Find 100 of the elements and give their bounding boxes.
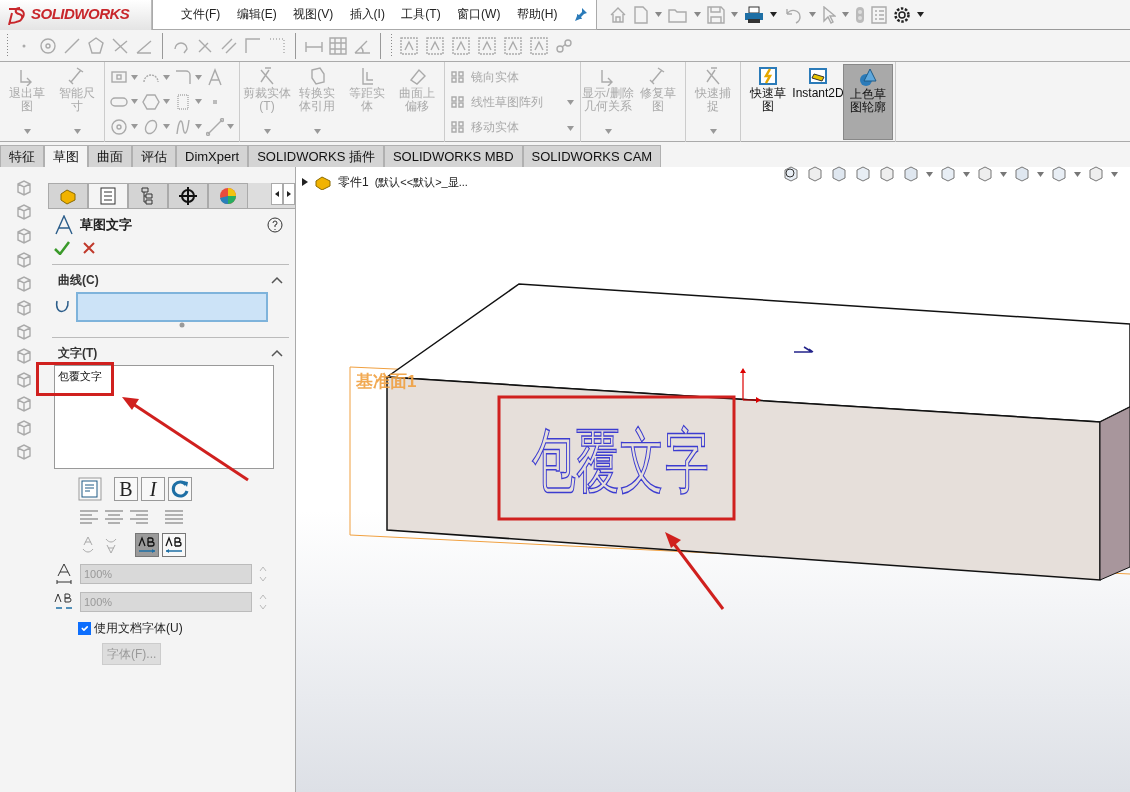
- menu-item[interactable]: 工具(T): [401, 5, 441, 23]
- command-tab[interactable]: 特征: [0, 145, 44, 167]
- polygon-icon[interactable]: [87, 36, 105, 55]
- ellipse-icon[interactable]: [142, 117, 160, 136]
- pin-icon[interactable]: [573, 7, 588, 21]
- spline-icon[interactable]: [174, 117, 192, 136]
- curve-selection-field[interactable]: [76, 292, 268, 322]
- text-icon[interactable]: [206, 68, 224, 87]
- menu-item[interactable]: 插入(I): [349, 5, 385, 23]
- scroll-right-icon[interactable]: [283, 183, 295, 205]
- spinner-icon[interactable]: [258, 564, 268, 584]
- command-button[interactable]: 上色草图轮廓: [843, 64, 893, 140]
- trim-icon[interactable]: [111, 36, 129, 55]
- spinner-icon[interactable]: [258, 592, 268, 612]
- menu-item[interactable]: 编辑(E): [236, 5, 277, 23]
- link-properties-icon[interactable]: [78, 477, 102, 501]
- command-tab[interactable]: 草图: [44, 145, 88, 167]
- crosshair-icon[interactable]: [178, 186, 198, 206]
- sketch-tool-icon: [808, 66, 828, 86]
- origin-axis-icon: [740, 368, 761, 403]
- color-ball-icon[interactable]: [218, 186, 238, 206]
- settings-icon[interactable]: [893, 5, 911, 24]
- parallel-line-icon[interactable]: [220, 36, 238, 55]
- triad-icon: [793, 346, 814, 353]
- section-title: 曲线(C): [58, 272, 99, 289]
- document-icon[interactable]: [633, 5, 649, 24]
- caret-icon[interactable]: [917, 12, 924, 17]
- scroll-left-icon[interactable]: [271, 183, 283, 205]
- command-tab[interactable]: SOLIDWORKS 插件: [248, 145, 384, 167]
- panel-title: 草图文字: [80, 216, 132, 235]
- sketch-tool-icon: [758, 66, 778, 86]
- sketch-tool-icon: [858, 67, 878, 87]
- tool-icon: [257, 66, 277, 86]
- width-icon: [54, 563, 74, 585]
- command-button[interactable]: Instant2D: [793, 64, 843, 140]
- align-right-icon[interactable]: [128, 507, 150, 527]
- menu-item[interactable]: 帮助(H): [516, 5, 558, 23]
- checkbox-label: 使用文档字体(U): [94, 620, 183, 637]
- command-tab[interactable]: 评估: [132, 145, 176, 167]
- command-tab[interactable]: DimXpert: [176, 145, 249, 167]
- configuration-label: (默认<<默认>_显...: [374, 174, 468, 190]
- link-icon[interactable]: [555, 36, 573, 55]
- traffic-light-icon[interactable]: [855, 5, 865, 24]
- command-tab[interactable]: SOLIDWORKS CAM: [522, 145, 662, 167]
- menu-item[interactable]: 文件(F): [181, 5, 221, 23]
- corner-icon[interactable]: [174, 68, 192, 87]
- circle-icon[interactable]: [110, 117, 128, 136]
- logo-icon: [6, 4, 28, 25]
- part-icon: [314, 174, 332, 190]
- curve-icon: [54, 300, 70, 314]
- justify-icon[interactable]: [163, 507, 185, 527]
- caret-icon[interactable]: [770, 12, 777, 17]
- cursor-icon[interactable]: [822, 5, 836, 24]
- section-title: 文字(T): [58, 345, 98, 362]
- dashed-frame-icon[interactable]: [503, 35, 523, 56]
- command-tab[interactable]: 曲面: [88, 145, 132, 167]
- bold-button[interactable]: B: [114, 477, 138, 501]
- tool-icon: [703, 66, 723, 86]
- line-icon[interactable]: [63, 36, 81, 55]
- splitter-dot-icon[interactable]: [178, 322, 185, 328]
- list-icon[interactable]: [871, 5, 887, 24]
- align-center-icon[interactable]: [103, 507, 125, 527]
- dashed-frame-icon[interactable]: [399, 35, 419, 56]
- grip-icon[interactable]: [390, 33, 393, 58]
- command-button[interactable]: 快速草图: [743, 64, 793, 140]
- collapse-caret-icon[interactable]: [271, 349, 283, 357]
- tool-icon: [407, 66, 427, 86]
- dashed-frame-icon[interactable]: [529, 35, 549, 56]
- checkbox[interactable]: [78, 621, 91, 635]
- dashed-frame-icon[interactable]: [477, 35, 497, 56]
- grip-icon[interactable]: [6, 33, 9, 58]
- menu-item[interactable]: 窗口(W): [457, 5, 501, 23]
- circle-icon[interactable]: [39, 36, 57, 55]
- align-left-icon[interactable]: [78, 507, 100, 527]
- line-icon[interactable]: [206, 117, 224, 136]
- menu-item[interactable]: 视图(V): [293, 5, 334, 23]
- printer-icon[interactable]: [744, 5, 764, 24]
- italic-button[interactable]: I: [141, 477, 165, 501]
- corner-icon[interactable]: [244, 36, 262, 55]
- dashed-frame-icon[interactable]: [451, 35, 471, 56]
- collapse-caret-icon[interactable]: [271, 276, 283, 284]
- tree-item[interactable]: 零件1: [338, 173, 369, 191]
- dotted-rectangle-icon[interactable]: [174, 93, 192, 111]
- right-to-left-icon[interactable]: [162, 533, 186, 557]
- app-logo-text: SOLIDWORKS: [31, 4, 130, 25]
- grid-icon[interactable]: [329, 36, 347, 55]
- rotate-icon[interactable]: [168, 477, 192, 501]
- hexagon-icon[interactable]: [142, 93, 160, 111]
- letter-a-icon: [54, 215, 74, 235]
- home-icon[interactable]: [609, 5, 627, 24]
- dashed-frame-icon[interactable]: [425, 35, 445, 56]
- help-icon[interactable]: [267, 217, 283, 233]
- command-tab[interactable]: SOLIDWORKS MBD: [383, 145, 523, 167]
- ok-checkmark-icon[interactable]: [54, 241, 70, 255]
- text-input-field[interactable]: 包覆文字: [54, 365, 274, 469]
- expand-arrow-icon[interactable]: [302, 178, 308, 186]
- cancel-x-icon[interactable]: [82, 241, 96, 255]
- left-to-right-icon[interactable]: [135, 533, 159, 557]
- property-list-icon[interactable]: [98, 186, 118, 206]
- dotted-corner-icon[interactable]: [268, 36, 286, 55]
